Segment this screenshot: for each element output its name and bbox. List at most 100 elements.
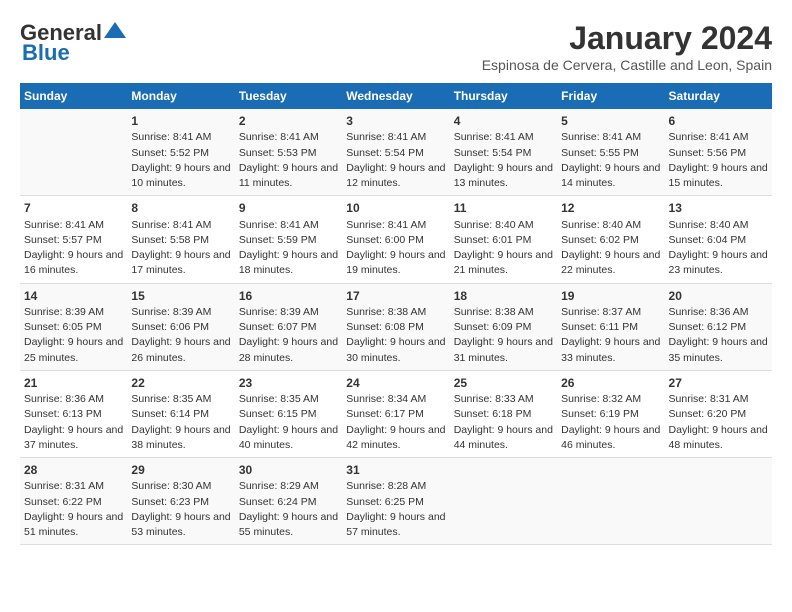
cell-info: Sunrise: 8:31 AMSunset: 6:22 PMDaylight:… [24, 479, 123, 540]
calendar-cell: 28Sunrise: 8:31 AMSunset: 6:22 PMDayligh… [20, 458, 127, 545]
calendar-cell: 11Sunrise: 8:40 AMSunset: 6:01 PMDayligh… [450, 196, 557, 283]
calendar-cell: 22Sunrise: 8:35 AMSunset: 6:14 PMDayligh… [127, 370, 234, 457]
calendar-cell: 16Sunrise: 8:39 AMSunset: 6:07 PMDayligh… [235, 283, 342, 370]
calendar-cell: 2Sunrise: 8:41 AMSunset: 5:53 PMDaylight… [235, 109, 342, 196]
calendar-cell: 3Sunrise: 8:41 AMSunset: 5:54 PMDaylight… [342, 109, 449, 196]
header: General Blue January 2024 Espinosa de Ce… [20, 20, 772, 73]
page-title: January 2024 [482, 20, 772, 57]
calendar-cell: 9Sunrise: 8:41 AMSunset: 5:59 PMDaylight… [235, 196, 342, 283]
calendar-cell: 19Sunrise: 8:37 AMSunset: 6:11 PMDayligh… [557, 283, 664, 370]
col-header-monday: Monday [127, 83, 234, 109]
day-number: 13 [669, 200, 768, 217]
cell-info: Sunrise: 8:31 AMSunset: 6:20 PMDaylight:… [669, 392, 768, 453]
day-number: 3 [346, 113, 445, 130]
day-number: 16 [239, 288, 338, 305]
day-number: 18 [454, 288, 553, 305]
calendar-week-row: 7Sunrise: 8:41 AMSunset: 5:57 PMDaylight… [20, 196, 772, 283]
day-number: 22 [131, 375, 230, 392]
cell-info: Sunrise: 8:40 AMSunset: 6:02 PMDaylight:… [561, 218, 660, 279]
calendar-cell: 5Sunrise: 8:41 AMSunset: 5:55 PMDaylight… [557, 109, 664, 196]
day-number: 23 [239, 375, 338, 392]
cell-info: Sunrise: 8:33 AMSunset: 6:18 PMDaylight:… [454, 392, 553, 453]
cell-info: Sunrise: 8:41 AMSunset: 5:56 PMDaylight:… [669, 130, 768, 191]
calendar-cell: 8Sunrise: 8:41 AMSunset: 5:58 PMDaylight… [127, 196, 234, 283]
col-header-thursday: Thursday [450, 83, 557, 109]
col-header-sunday: Sunday [20, 83, 127, 109]
day-number: 28 [24, 462, 123, 479]
cell-info: Sunrise: 8:28 AMSunset: 6:25 PMDaylight:… [346, 479, 445, 540]
cell-info: Sunrise: 8:30 AMSunset: 6:23 PMDaylight:… [131, 479, 230, 540]
day-number: 2 [239, 113, 338, 130]
day-number: 31 [346, 462, 445, 479]
cell-info: Sunrise: 8:39 AMSunset: 6:05 PMDaylight:… [24, 305, 123, 366]
day-number: 10 [346, 200, 445, 217]
calendar-cell: 10Sunrise: 8:41 AMSunset: 6:00 PMDayligh… [342, 196, 449, 283]
calendar-table: SundayMondayTuesdayWednesdayThursdayFrid… [20, 83, 772, 545]
day-number: 15 [131, 288, 230, 305]
calendar-cell: 12Sunrise: 8:40 AMSunset: 6:02 PMDayligh… [557, 196, 664, 283]
cell-info: Sunrise: 8:32 AMSunset: 6:19 PMDaylight:… [561, 392, 660, 453]
cell-info: Sunrise: 8:41 AMSunset: 5:54 PMDaylight:… [454, 130, 553, 191]
cell-info: Sunrise: 8:41 AMSunset: 5:58 PMDaylight:… [131, 218, 230, 279]
day-number: 1 [131, 113, 230, 130]
calendar-cell: 6Sunrise: 8:41 AMSunset: 5:56 PMDaylight… [665, 109, 772, 196]
calendar-cell: 31Sunrise: 8:28 AMSunset: 6:25 PMDayligh… [342, 458, 449, 545]
day-number: 9 [239, 200, 338, 217]
cell-info: Sunrise: 8:35 AMSunset: 6:14 PMDaylight:… [131, 392, 230, 453]
calendar-cell: 4Sunrise: 8:41 AMSunset: 5:54 PMDaylight… [450, 109, 557, 196]
cell-info: Sunrise: 8:39 AMSunset: 6:07 PMDaylight:… [239, 305, 338, 366]
calendar-week-row: 14Sunrise: 8:39 AMSunset: 6:05 PMDayligh… [20, 283, 772, 370]
title-area: January 2024 Espinosa de Cervera, Castil… [482, 20, 772, 73]
logo: General Blue [20, 20, 126, 66]
calendar-cell: 7Sunrise: 8:41 AMSunset: 5:57 PMDaylight… [20, 196, 127, 283]
calendar-cell [557, 458, 664, 545]
calendar-cell: 1Sunrise: 8:41 AMSunset: 5:52 PMDaylight… [127, 109, 234, 196]
cell-info: Sunrise: 8:38 AMSunset: 6:08 PMDaylight:… [346, 305, 445, 366]
day-number: 29 [131, 462, 230, 479]
day-number: 19 [561, 288, 660, 305]
calendar-cell: 14Sunrise: 8:39 AMSunset: 6:05 PMDayligh… [20, 283, 127, 370]
day-number: 12 [561, 200, 660, 217]
calendar-cell: 27Sunrise: 8:31 AMSunset: 6:20 PMDayligh… [665, 370, 772, 457]
day-number: 27 [669, 375, 768, 392]
col-header-tuesday: Tuesday [235, 83, 342, 109]
cell-info: Sunrise: 8:41 AMSunset: 6:00 PMDaylight:… [346, 218, 445, 279]
day-number: 25 [454, 375, 553, 392]
day-number: 6 [669, 113, 768, 130]
calendar-cell: 18Sunrise: 8:38 AMSunset: 6:09 PMDayligh… [450, 283, 557, 370]
cell-info: Sunrise: 8:41 AMSunset: 5:55 PMDaylight:… [561, 130, 660, 191]
day-number: 11 [454, 200, 553, 217]
cell-info: Sunrise: 8:41 AMSunset: 5:57 PMDaylight:… [24, 218, 123, 279]
cell-info: Sunrise: 8:41 AMSunset: 5:53 PMDaylight:… [239, 130, 338, 191]
day-number: 26 [561, 375, 660, 392]
calendar-cell [20, 109, 127, 196]
cell-info: Sunrise: 8:35 AMSunset: 6:15 PMDaylight:… [239, 392, 338, 453]
day-number: 24 [346, 375, 445, 392]
day-number: 7 [24, 200, 123, 217]
cell-info: Sunrise: 8:36 AMSunset: 6:13 PMDaylight:… [24, 392, 123, 453]
col-header-wednesday: Wednesday [342, 83, 449, 109]
day-number: 14 [24, 288, 123, 305]
calendar-header-row: SundayMondayTuesdayWednesdayThursdayFrid… [20, 83, 772, 109]
day-number: 17 [346, 288, 445, 305]
col-header-friday: Friday [557, 83, 664, 109]
logo-blue: Blue [20, 40, 70, 66]
day-number: 5 [561, 113, 660, 130]
cell-info: Sunrise: 8:37 AMSunset: 6:11 PMDaylight:… [561, 305, 660, 366]
calendar-cell: 26Sunrise: 8:32 AMSunset: 6:19 PMDayligh… [557, 370, 664, 457]
calendar-week-row: 1Sunrise: 8:41 AMSunset: 5:52 PMDaylight… [20, 109, 772, 196]
calendar-cell: 25Sunrise: 8:33 AMSunset: 6:18 PMDayligh… [450, 370, 557, 457]
calendar-cell: 23Sunrise: 8:35 AMSunset: 6:15 PMDayligh… [235, 370, 342, 457]
day-number: 8 [131, 200, 230, 217]
calendar-cell: 17Sunrise: 8:38 AMSunset: 6:08 PMDayligh… [342, 283, 449, 370]
calendar-cell: 24Sunrise: 8:34 AMSunset: 6:17 PMDayligh… [342, 370, 449, 457]
calendar-cell: 29Sunrise: 8:30 AMSunset: 6:23 PMDayligh… [127, 458, 234, 545]
calendar-week-row: 21Sunrise: 8:36 AMSunset: 6:13 PMDayligh… [20, 370, 772, 457]
page-subtitle: Espinosa de Cervera, Castille and Leon, … [482, 57, 772, 73]
day-number: 30 [239, 462, 338, 479]
calendar-cell: 21Sunrise: 8:36 AMSunset: 6:13 PMDayligh… [20, 370, 127, 457]
cell-info: Sunrise: 8:36 AMSunset: 6:12 PMDaylight:… [669, 305, 768, 366]
cell-info: Sunrise: 8:41 AMSunset: 5:52 PMDaylight:… [131, 130, 230, 191]
calendar-cell [665, 458, 772, 545]
calendar-cell: 30Sunrise: 8:29 AMSunset: 6:24 PMDayligh… [235, 458, 342, 545]
